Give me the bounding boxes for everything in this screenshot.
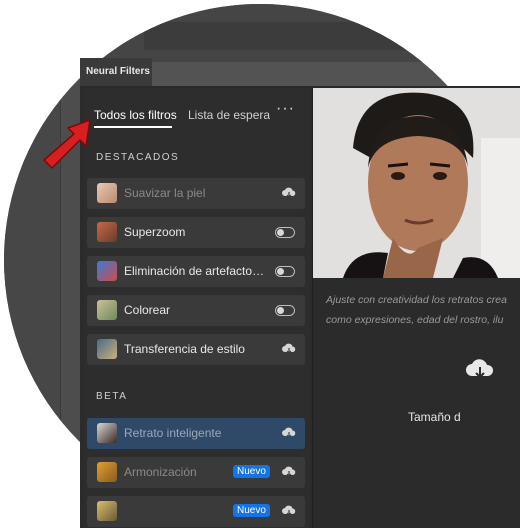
cloud-download-icon[interactable] [282,466,296,478]
filter-toggle[interactable] [275,266,295,277]
smart-portrait-thumb-icon [97,423,117,443]
filter-item-harmonization[interactable]: Armonización Nuevo [87,457,305,488]
filter-label: Eliminación de artefacto… [124,264,264,278]
filter-item-skin-smoothing[interactable]: Suavizar la piel [87,178,305,209]
filter-thumb-icon [97,501,117,521]
filter-description-line1: Ajuste con creatividad los retratos crea [326,294,507,306]
cloud-download-large-icon[interactable] [466,358,494,380]
new-badge: Nuevo [233,465,270,478]
filter-preview-image [313,88,520,278]
filter-item-artifact-removal[interactable]: Eliminación de artefacto… [87,256,305,287]
tab-all-filters[interactable]: Todos los filtros [94,108,177,122]
more-options-button[interactable]: ··· [276,100,295,118]
colorize-thumb-icon [97,300,117,320]
filter-toggle[interactable] [275,227,295,238]
section-beta: BETA [96,391,128,402]
filter-label: Colorear [124,303,171,317]
filter-label: Superzoom [124,225,186,239]
panel-title-tab[interactable]: Neural Filters [80,58,152,86]
new-badge: Nuevo [233,504,270,517]
superzoom-thumb-icon [97,222,117,242]
harmonization-thumb-icon [97,462,117,482]
filter-label: Suavizar la piel [124,186,206,200]
active-tab-indicator [94,126,172,128]
download-size-label: Tamaño d [408,410,461,424]
artifact-removal-thumb-icon [97,261,117,281]
cloud-download-icon[interactable] [282,427,296,439]
tab-waitlist[interactable]: Lista de espera [188,108,270,122]
filter-item-style-transfer[interactable]: Transferencia de estilo [87,334,305,365]
filter-item-smart-portrait[interactable]: Retrato inteligente [87,418,305,449]
filter-label: Retrato inteligente [124,426,222,440]
filter-label: Transferencia de estilo [124,342,245,356]
filter-item-superzoom[interactable]: Superzoom [87,217,305,248]
style-transfer-thumb-icon [97,339,117,359]
filter-item-colorize[interactable]: Colorear [87,295,305,326]
pointer-arrow-icon [43,119,91,169]
cloud-download-icon[interactable] [282,505,296,517]
cloud-download-icon[interactable] [282,187,296,199]
section-featured: DESTACADOS [96,152,180,163]
filter-description-line2: como expresiones, edad del rostro, ilu [326,314,504,326]
filter-item-partial[interactable]: Nuevo [87,496,305,527]
skin-smoothing-thumb-icon [97,183,117,203]
app-top-bar [4,4,516,62]
filter-toggle[interactable] [275,305,295,316]
cloud-download-icon[interactable] [282,343,296,355]
